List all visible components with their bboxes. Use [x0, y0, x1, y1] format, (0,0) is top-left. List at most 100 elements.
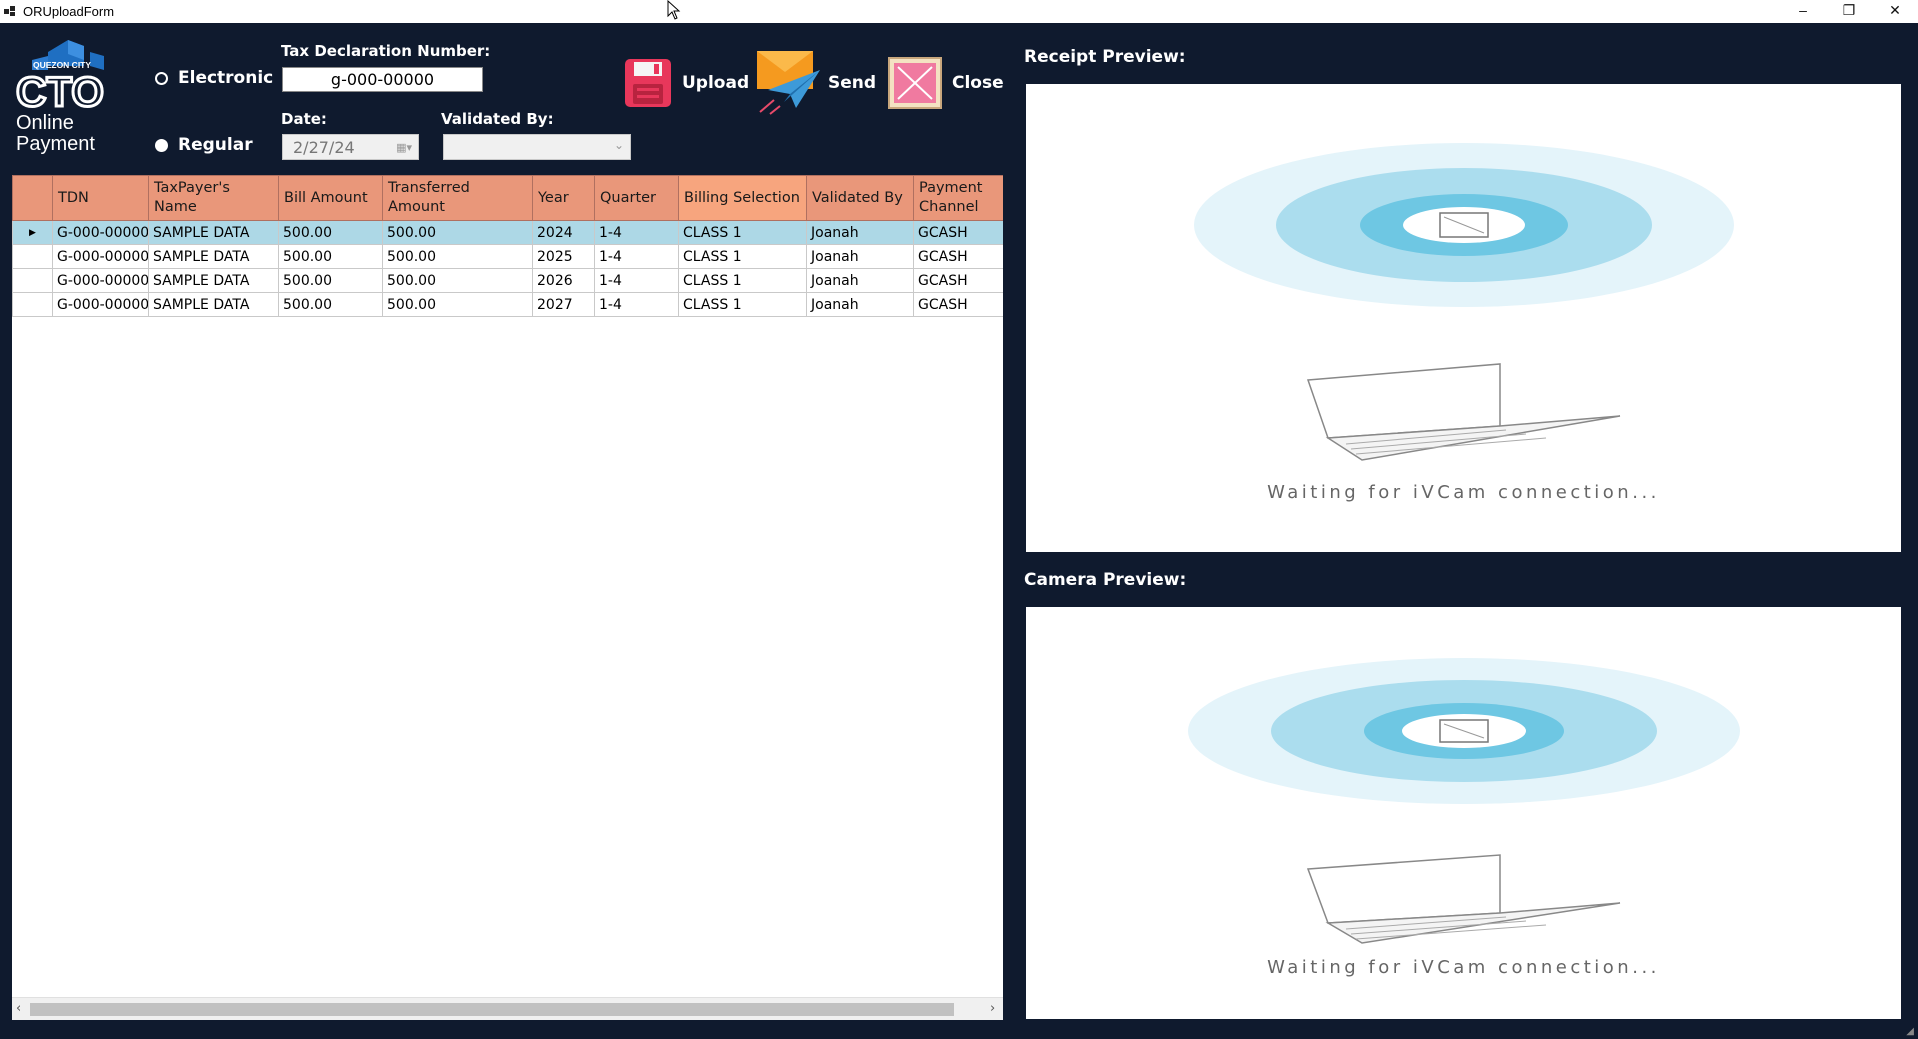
cell-payment-channel[interactable]: GCASH — [913, 268, 1003, 293]
receipt-preview-panel: Waiting for iVCam connection... — [1026, 84, 1901, 552]
restore-button[interactable]: ❐ — [1826, 0, 1872, 23]
cell-payment-channel[interactable]: GCASH — [913, 220, 1003, 245]
payments-grid[interactable]: TDN TaxPayer's Name Bill Amount Transfer… — [12, 175, 1003, 1020]
date-picker[interactable]: 2/27/24 ▦▾ — [282, 134, 419, 160]
column-header-payment-channel[interactable]: Payment Channel — [913, 175, 1003, 221]
tdn-input[interactable] — [282, 67, 483, 92]
column-header-bill-amount[interactable]: Bill Amount — [278, 175, 383, 221]
minimize-button[interactable]: – — [1780, 0, 1826, 23]
cell-taxpayer-name[interactable]: SAMPLE DATA — [148, 292, 279, 317]
radio-electronic[interactable]: Electronic — [155, 68, 273, 88]
table-row[interactable]: ▶ G-000-00000 SAMPLE DATA 500.00 500.00 … — [12, 220, 1003, 245]
table-row[interactable]: G-000-00000 SAMPLE DATA 500.00 500.00 20… — [12, 292, 1003, 317]
cell-taxpayer-name[interactable]: SAMPLE DATA — [148, 244, 279, 269]
svg-text:Payment: Payment — [16, 133, 95, 155]
cell-validated-by[interactable]: Joanah — [806, 292, 914, 317]
cell-bill-amount[interactable]: 500.00 — [278, 292, 383, 317]
radio-regular-label: Regular — [178, 135, 253, 155]
column-header-quarter[interactable]: Quarter — [594, 175, 679, 221]
camera-preview-panel: Waiting for iVCam connection... — [1026, 607, 1901, 1019]
cell-validated-by[interactable]: Joanah — [806, 268, 914, 293]
cell-billing-selection[interactable]: CLASS 1 — [678, 220, 807, 245]
date-label: Date: — [281, 110, 327, 128]
cell-tdn[interactable]: G-000-00000 — [52, 220, 149, 245]
window-titlebar: ORUploadForm – ❐ ✕ — [0, 0, 1918, 23]
close-label: Close — [952, 73, 1004, 93]
table-row[interactable]: G-000-00000 SAMPLE DATA 500.00 500.00 20… — [12, 244, 1003, 269]
row-header[interactable] — [12, 268, 53, 293]
row-header[interactable] — [12, 292, 53, 317]
cell-quarter[interactable]: 1-4 — [594, 244, 679, 269]
cell-billing-selection[interactable]: CLASS 1 — [678, 268, 807, 293]
scroll-left-icon[interactable]: ‹ — [16, 1001, 21, 1016]
radio-electronic-indicator[interactable] — [155, 71, 168, 85]
cell-validated-by[interactable]: Joanah — [806, 244, 914, 269]
cto-online-payment-logo: QUEZON CITY CTO Online Payment — [15, 40, 105, 155]
send-label: Send — [828, 73, 877, 93]
column-header-validated-by[interactable]: Validated By — [806, 175, 914, 221]
table-header-row: TDN TaxPayer's Name Bill Amount Transfer… — [12, 175, 1003, 221]
upload-button[interactable]: Upload — [624, 58, 749, 108]
cell-year[interactable]: 2025 — [532, 244, 595, 269]
current-row-indicator-icon[interactable]: ▶ — [12, 220, 53, 245]
cell-quarter[interactable]: 1-4 — [594, 268, 679, 293]
cell-quarter[interactable]: 1-4 — [594, 292, 679, 317]
upload-label: Upload — [682, 73, 750, 93]
calendar-dropdown-icon[interactable]: ▦▾ — [396, 141, 412, 154]
chevron-down-icon[interactable]: ⌄ — [614, 138, 624, 152]
receipt-preview-status: Waiting for iVCam connection... — [1267, 482, 1660, 503]
cell-quarter[interactable]: 1-4 — [594, 220, 679, 245]
validated-by-select[interactable]: ⌄ — [443, 134, 631, 160]
column-header-taxpayer-name[interactable]: TaxPayer's Name — [148, 175, 279, 221]
cell-year[interactable]: 2024 — [532, 220, 595, 245]
cell-year[interactable]: 2026 — [532, 268, 595, 293]
radio-regular-indicator[interactable] — [155, 138, 168, 152]
cell-billing-selection[interactable]: CLASS 1 — [678, 244, 807, 269]
cell-validated-by[interactable]: Joanah — [806, 220, 914, 245]
column-header-billing-selection[interactable]: Billing Selection — [678, 175, 807, 221]
tdn-label: Tax Declaration Number: — [281, 42, 491, 60]
cell-taxpayer-name[interactable]: SAMPLE DATA — [148, 220, 279, 245]
cell-tdn[interactable]: G-000-00000 — [52, 268, 149, 293]
camera-preview-label: Camera Preview: — [1024, 570, 1187, 590]
floppy-disk-icon — [625, 59, 671, 107]
cell-taxpayer-name[interactable]: SAMPLE DATA — [148, 268, 279, 293]
app-icon — [4, 6, 15, 16]
cell-tdn[interactable]: G-000-00000 — [52, 244, 149, 269]
camera-preview-status: Waiting for iVCam connection... — [1267, 957, 1660, 978]
cell-bill-amount[interactable]: 500.00 — [278, 220, 383, 245]
svg-text:CTO: CTO — [16, 68, 104, 115]
window-title: ORUploadForm — [23, 4, 115, 19]
svg-text:Online: Online — [16, 112, 74, 134]
scrollbar-thumb[interactable] — [30, 1003, 954, 1016]
date-value: 2/27/24 — [293, 138, 355, 157]
cell-payment-channel[interactable]: GCASH — [913, 244, 1003, 269]
table-row[interactable]: G-000-00000 SAMPLE DATA 500.00 500.00 20… — [12, 268, 1003, 293]
radio-electronic-label: Electronic — [178, 68, 274, 88]
send-button[interactable]: Send — [756, 50, 876, 116]
mail-paper-plane-icon — [757, 51, 820, 115]
close-button[interactable]: Close — [888, 57, 1004, 109]
column-header-tdn[interactable]: TDN — [52, 175, 149, 221]
cell-transferred-amount[interactable]: 500.00 — [382, 244, 533, 269]
cell-bill-amount[interactable]: 500.00 — [278, 244, 383, 269]
radio-regular[interactable]: Regular — [155, 135, 253, 155]
cell-tdn[interactable]: G-000-00000 — [52, 292, 149, 317]
horizontal-scrollbar[interactable]: ‹ › — [12, 997, 1003, 1020]
row-header-corner — [12, 175, 53, 221]
cell-billing-selection[interactable]: CLASS 1 — [678, 292, 807, 317]
close-window-button[interactable]: ✕ — [1872, 0, 1918, 23]
cell-transferred-amount[interactable]: 500.00 — [382, 292, 533, 317]
column-header-transferred-amount[interactable]: Transferred Amount — [382, 175, 533, 221]
scroll-right-icon[interactable]: › — [990, 1001, 995, 1016]
cell-year[interactable]: 2027 — [532, 292, 595, 317]
cell-payment-channel[interactable]: GCASH — [913, 292, 1003, 317]
cell-transferred-amount[interactable]: 500.00 — [382, 268, 533, 293]
column-header-year[interactable]: Year — [532, 175, 595, 221]
cell-transferred-amount[interactable]: 500.00 — [382, 220, 533, 245]
payments-table: TDN TaxPayer's Name Bill Amount Transfer… — [12, 175, 1003, 317]
resize-grip-icon[interactable]: ◢ — [1906, 1026, 1914, 1037]
receipt-preview-label: Receipt Preview: — [1024, 47, 1186, 67]
cell-bill-amount[interactable]: 500.00 — [278, 268, 383, 293]
row-header[interactable] — [12, 244, 53, 269]
